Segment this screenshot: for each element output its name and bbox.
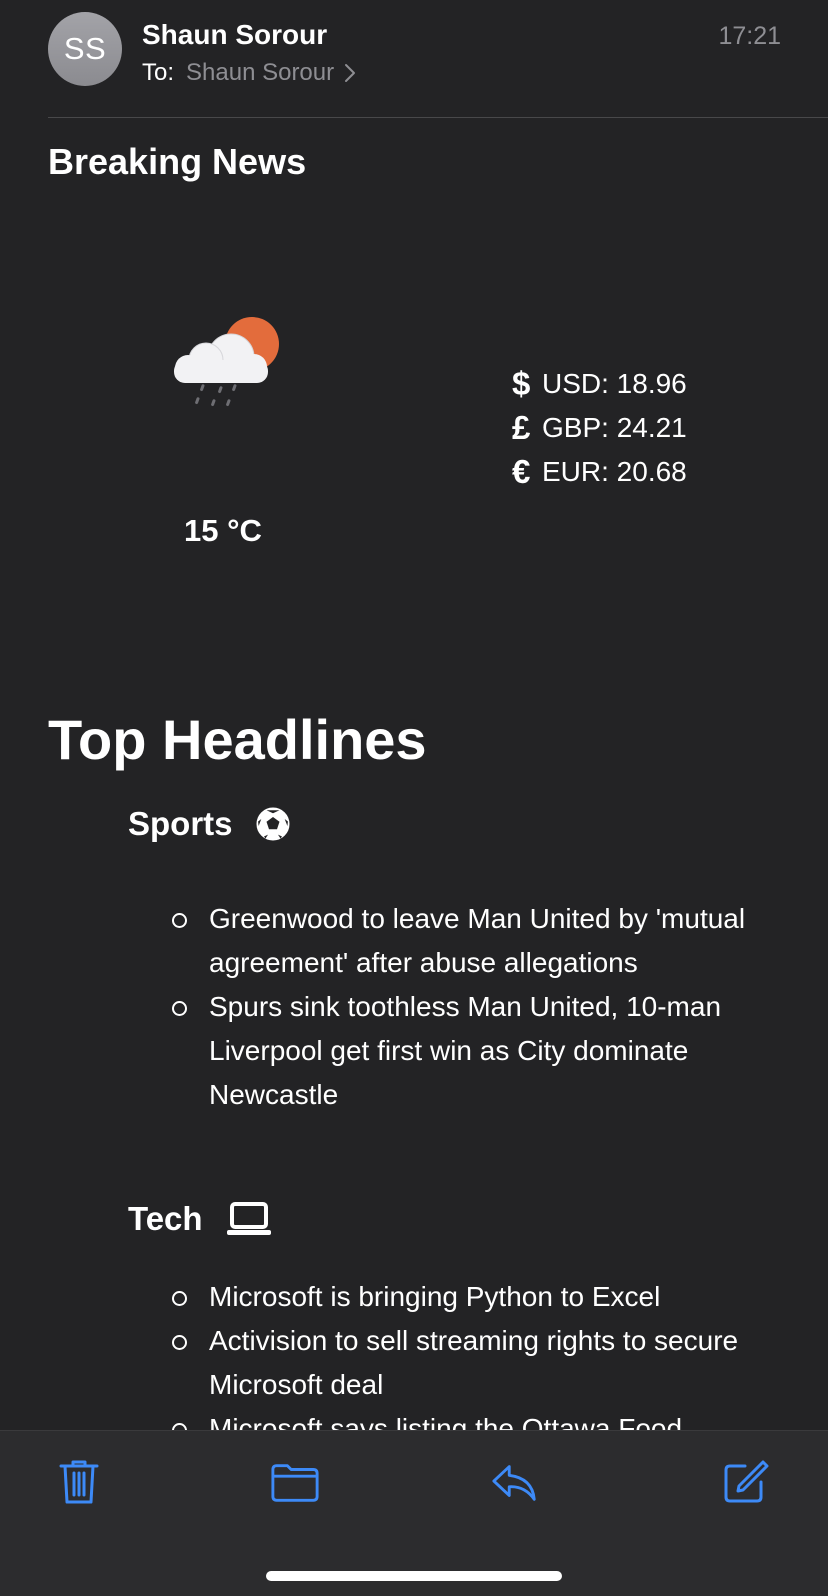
tech-headlines: Microsoft is bringing Python to Excel Ac… bbox=[170, 1275, 780, 1451]
sports-headlines: Greenwood to leave Man United by 'mutual… bbox=[170, 897, 780, 1117]
trash-icon bbox=[59, 1460, 99, 1504]
recipient-line[interactable]: To: Shaun Sorour bbox=[142, 59, 356, 87]
category-title: Tech bbox=[128, 1200, 203, 1237]
trash-button[interactable] bbox=[54, 1457, 104, 1507]
chevron-right-icon bbox=[345, 64, 356, 82]
rate-text: GBP: 24.21 bbox=[542, 412, 687, 443]
compose-icon bbox=[724, 1460, 769, 1503]
move-to-folder-button[interactable] bbox=[270, 1457, 320, 1507]
recipient-name[interactable]: Shaun Sorour bbox=[186, 59, 334, 87]
to-label: To: bbox=[142, 59, 175, 86]
avatar[interactable]: SS bbox=[48, 12, 122, 86]
list-item[interactable]: Activision to sell streaming rights to s… bbox=[170, 1319, 780, 1407]
rate-gbp: £ GBP: 24.21 bbox=[512, 406, 687, 450]
pound-icon: £ bbox=[512, 409, 531, 446]
header-divider bbox=[48, 117, 828, 118]
category-title: Sports bbox=[128, 805, 233, 842]
rate-eur: € EUR: 20.68 bbox=[512, 450, 687, 494]
category-sports: Sports bbox=[128, 805, 291, 843]
list-item[interactable]: Spurs sink toothless Man United, 10-man … bbox=[170, 985, 780, 1117]
rate-usd: $ USD: 18.96 bbox=[512, 362, 687, 406]
message-header: SS Shaun Sorour 17:21 To: Shaun Sorour bbox=[0, 0, 828, 118]
list-item[interactable]: Microsoft is bringing Python to Excel bbox=[170, 1275, 780, 1319]
compose-button[interactable] bbox=[720, 1457, 770, 1507]
list-item[interactable]: Greenwood to leave Man United by 'mutual… bbox=[170, 897, 780, 985]
home-indicator[interactable] bbox=[266, 1571, 562, 1581]
rate-text: USD: 18.96 bbox=[542, 368, 687, 399]
temperature: 15 °C bbox=[184, 513, 262, 548]
sender-name[interactable]: Shaun Sorour bbox=[142, 19, 327, 51]
breaking-news-heading: Breaking News bbox=[48, 141, 307, 182]
reply-button[interactable] bbox=[490, 1457, 540, 1507]
dollar-icon: $ bbox=[512, 365, 531, 402]
cloud-rain-sun-icon bbox=[174, 317, 279, 407]
laptop-icon bbox=[226, 1202, 271, 1235]
timestamp: 17:21 bbox=[718, 22, 781, 50]
top-headlines-heading: Top Headlines bbox=[48, 708, 427, 771]
exchange-rates: $ USD: 18.96 £ GBP: 24.21 € EUR: 20.68 bbox=[512, 362, 687, 494]
reply-icon bbox=[492, 1465, 536, 1501]
email-screen: SS Shaun Sorour 17:21 To: Shaun Sorour B… bbox=[0, 0, 828, 1596]
category-tech: Tech bbox=[128, 1200, 273, 1238]
euro-icon: € bbox=[512, 453, 531, 490]
folder-icon bbox=[271, 1464, 319, 1502]
soccer-ball-icon bbox=[256, 807, 290, 841]
rate-text: EUR: 20.68 bbox=[542, 456, 687, 487]
